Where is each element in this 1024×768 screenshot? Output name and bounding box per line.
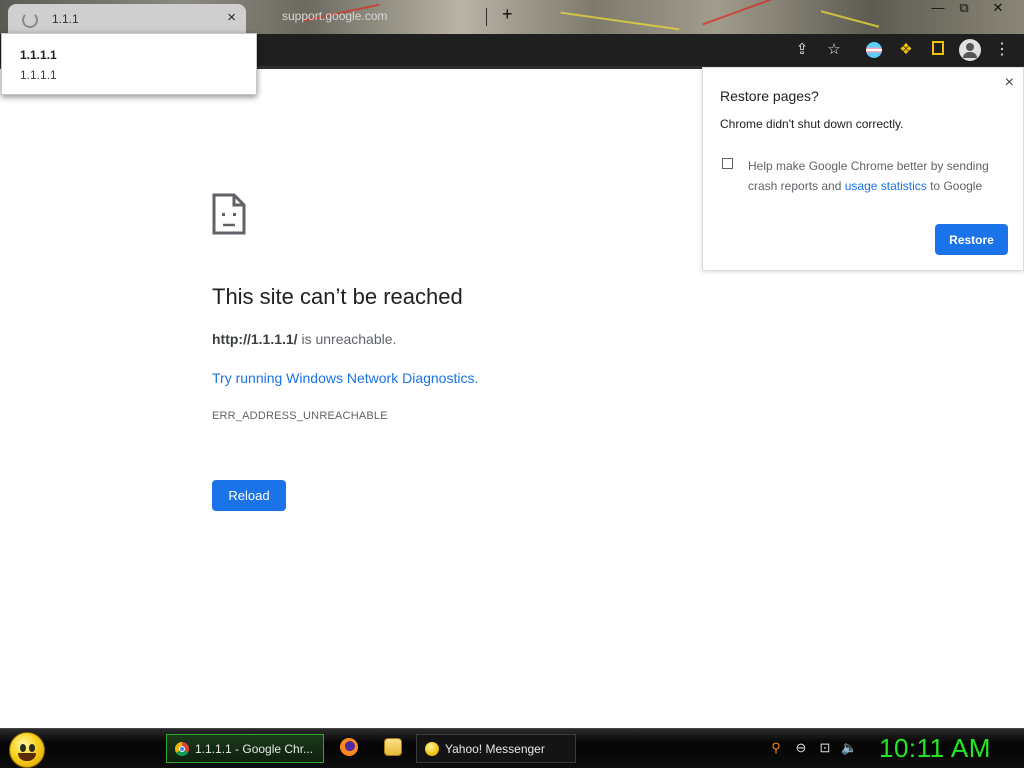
chrome-menu-icon[interactable]: ⋮ (992, 40, 1012, 60)
tab-separator (486, 8, 487, 26)
maximize-button[interactable]: ⧉ (952, 0, 976, 16)
tab-title: 1.1.1 (52, 12, 79, 26)
taskbar-item-yahoo[interactable]: Yahoo! Messenger (416, 734, 576, 763)
tab-hover-tooltip: 1.1.1.1 1.1.1.1 (1, 33, 257, 95)
usage-statistics-link[interactable]: usage statistics (845, 179, 927, 193)
wallpaper-streak (702, 0, 788, 26)
chrome-icon (175, 741, 189, 756)
error-unreachable-text: is unreachable. (297, 331, 397, 347)
restore-bubble-title: Restore pages? (720, 88, 819, 104)
folder-icon[interactable] (384, 738, 402, 756)
minus-tray-icon[interactable]: ⊖ (793, 740, 809, 756)
restore-button[interactable]: Restore (935, 224, 1008, 255)
crash-report-checkbox[interactable] (722, 158, 733, 169)
smiley-mouth (18, 753, 36, 761)
error-url: http://1.1.1.1/ (212, 331, 298, 347)
network-diagnostics-link[interactable]: Try running Windows Network Diagnostics. (212, 370, 478, 386)
volume-tray-icon[interactable]: 🔈 (841, 740, 857, 756)
share-icon[interactable]: ⇪ (792, 40, 812, 60)
crash-report-label: Help make Google Chrome better by sendin… (748, 156, 1008, 196)
smiley-eye (20, 744, 26, 752)
close-window-button[interactable]: ✕ (986, 0, 1010, 16)
firefox-icon[interactable] (340, 738, 358, 756)
taskbar: 1.1.1.1 - Google Chr... Yahoo! Messenger… (0, 728, 1024, 768)
tooltip-title: 1.1.1.1 (20, 48, 57, 62)
wallpaper-streak (560, 11, 680, 31)
sad-page-icon (212, 193, 246, 235)
start-button-smiley-icon[interactable] (9, 732, 45, 768)
error-title: This site can’t be reached (212, 284, 463, 309)
smiley-eye (29, 744, 35, 752)
profile-avatar-icon[interactable] (959, 39, 981, 61)
profile-flag-icon[interactable] (866, 42, 882, 58)
new-tab-button[interactable]: + (502, 4, 513, 25)
error-code: ERR_ADDRESS_UNREACHABLE (212, 410, 388, 422)
close-tab-icon[interactable]: × (227, 9, 236, 26)
side-panel-icon[interactable] (932, 41, 944, 55)
restore-pages-bubble: Restore pages? × Chrome didn't shut down… (702, 67, 1024, 271)
wallpaper-streak (820, 10, 880, 28)
bookmark-star-icon[interactable]: ☆ (824, 40, 844, 60)
error-message: http://1.1.1.1/ is unreachable. (212, 331, 396, 347)
taskbar-item-label: 1.1.1.1 - Google Chr... (195, 741, 314, 756)
minimize-button[interactable]: — (926, 0, 950, 15)
search-tray-icon[interactable]: ⚲ (768, 740, 784, 756)
title-bar: 1.1.1 × support.google.com + — ⧉ ✕ (0, 0, 1024, 34)
taskbar-clock[interactable]: 10:11 AM (879, 733, 991, 764)
help-suffix-text: to Google (926, 179, 983, 193)
tooltip-url: 1.1.1.1 (20, 68, 57, 82)
taskbar-item-label: Yahoo! Messenger (445, 741, 545, 756)
close-bubble-icon[interactable]: × (1005, 74, 1014, 92)
loading-spinner-icon (22, 12, 38, 28)
restore-bubble-message: Chrome didn't shut down correctly. (720, 117, 904, 131)
tab-active[interactable]: 1.1.1 × (8, 4, 246, 34)
tab-support-google[interactable]: support.google.com (282, 9, 387, 23)
yahoo-messenger-icon (425, 741, 439, 756)
extensions-puzzle-icon[interactable]: ❖ (896, 40, 916, 60)
reload-button[interactable]: Reload (212, 480, 286, 511)
network-tray-icon[interactable]: ⊡ (817, 740, 833, 756)
taskbar-item-chrome[interactable]: 1.1.1.1 - Google Chr... (166, 734, 324, 763)
